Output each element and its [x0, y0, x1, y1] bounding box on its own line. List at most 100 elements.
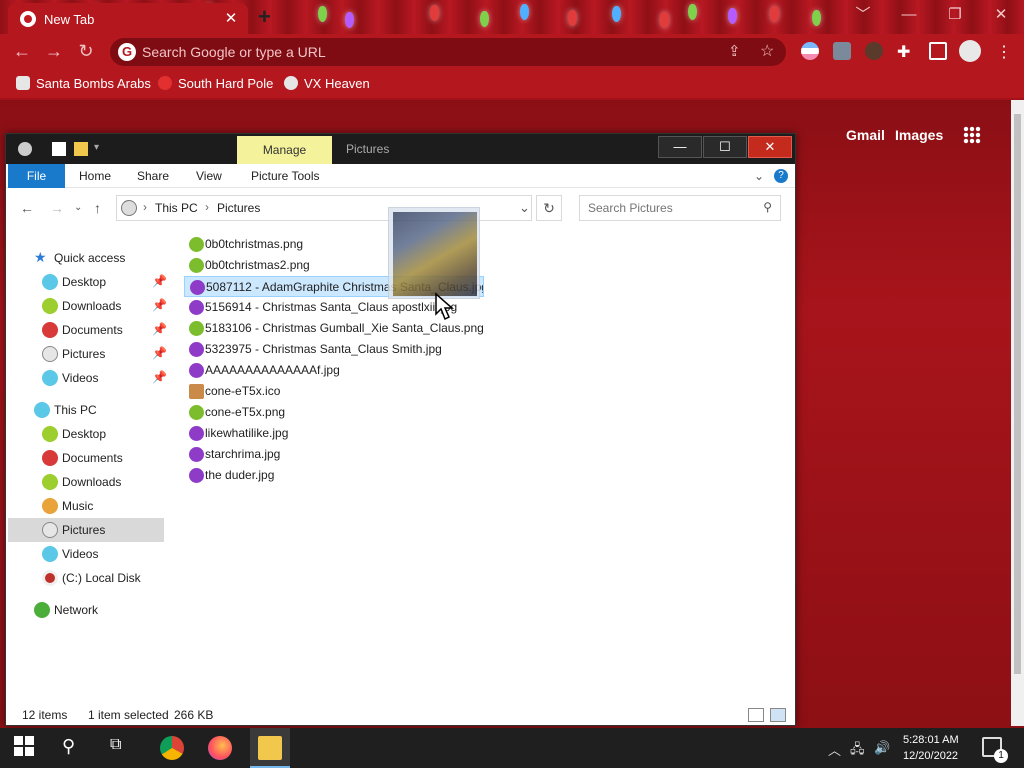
- refresh-icon[interactable]: ↻: [536, 195, 562, 221]
- address-dropdown-icon[interactable]: ⌄: [519, 200, 530, 216]
- nav-quick-pictures[interactable]: Pictures 📌: [8, 342, 167, 366]
- minimize-button[interactable]: —: [886, 0, 932, 32]
- share-icon[interactable]: ⇪: [728, 42, 741, 60]
- breadcrumb-separator-icon[interactable]: ›: [143, 200, 147, 214]
- flag-extension-icon[interactable]: [801, 42, 819, 60]
- manage-tab[interactable]: Manage: [237, 136, 332, 164]
- nav-pc-downloads[interactable]: Downloads: [8, 470, 164, 494]
- nav-pc-music[interactable]: Music: [8, 494, 164, 518]
- search-icon: ⚲: [763, 200, 772, 214]
- help-icon[interactable]: ?: [774, 169, 788, 183]
- menu-dots-icon[interactable]: ⋮: [996, 42, 1014, 61]
- omnibox[interactable]: G Search Google or type a URL ⇪ ☆: [110, 38, 786, 66]
- search-box[interactable]: ⚲: [579, 195, 781, 221]
- tab-new-tab[interactable]: New Tab ✕: [8, 3, 248, 34]
- nav-this-pc[interactable]: This PC: [8, 398, 164, 422]
- nav-pc-local-disk[interactable]: (C:) Local Disk: [8, 566, 164, 590]
- puzzle-extensions-icon[interactable]: ✚: [897, 42, 915, 61]
- reload-icon[interactable]: ↻: [74, 41, 98, 62]
- documents-icon: [42, 322, 58, 338]
- scrollbar-thumb[interactable]: [1014, 114, 1021, 674]
- back-arrow-icon[interactable]: ←: [20, 200, 34, 216]
- explorer-close-button[interactable]: ✕: [748, 136, 792, 158]
- expand-ribbon-icon[interactable]: ⌄: [754, 164, 764, 188]
- green-ornament-icon: [189, 405, 204, 420]
- up-arrow-icon[interactable]: ↑: [94, 200, 101, 216]
- volume-icon[interactable]: 🔊: [874, 740, 890, 756]
- nav-network[interactable]: Network: [8, 598, 164, 622]
- close-button[interactable]: ✕: [978, 0, 1024, 32]
- bookmark-south-hard-pole[interactable]: South Hard Pole: [158, 76, 273, 91]
- profile-avatar-icon[interactable]: [959, 40, 981, 62]
- network-tray-icon[interactable]: 🖧: [850, 740, 865, 762]
- skull-icon: [284, 76, 298, 90]
- explorer-maximize-button[interactable]: ☐: [703, 136, 747, 158]
- new-folder-icon[interactable]: [74, 142, 88, 156]
- recent-locations-icon[interactable]: ⌄: [74, 202, 82, 213]
- details-view-icon[interactable]: [748, 708, 764, 722]
- tab-search-button[interactable]: ﹀: [840, 0, 886, 32]
- breadcrumb-this-pc[interactable]: This PC: [155, 201, 198, 215]
- tab-close-icon[interactable]: ✕: [222, 9, 240, 27]
- search-input[interactable]: [580, 196, 780, 220]
- nav-pc-pictures[interactable]: Pictures: [8, 518, 164, 542]
- side-panel-icon[interactable]: [929, 42, 947, 60]
- images-link[interactable]: Images: [895, 127, 943, 143]
- nav-quick-downloads[interactable]: Downloads 📌: [8, 294, 167, 318]
- task-view-icon[interactable]: ⧉: [110, 736, 134, 760]
- google-apps-icon[interactable]: [963, 126, 981, 144]
- google-g-icon: G: [118, 43, 136, 61]
- customize-qat-icon[interactable]: ▾: [94, 142, 99, 156]
- firefox-taskbar-icon[interactable]: [208, 736, 232, 760]
- restore-button[interactable]: ❐: [932, 0, 978, 32]
- bookmark-santa-bombs-arabs[interactable]: Santa Bombs Arabs: [16, 76, 151, 91]
- drag-thumbnail-preview: [388, 207, 480, 299]
- file-explorer-taskbar-icon[interactable]: [258, 736, 282, 760]
- selected-count: 1 item selected: [88, 708, 169, 722]
- page-scrollbar[interactable]: [1011, 100, 1024, 726]
- breadcrumb-separator-icon[interactable]: ›: [205, 200, 209, 214]
- forward-icon[interactable]: →: [42, 41, 66, 62]
- nav-quick-access[interactable]: ★ Quick access: [8, 246, 164, 270]
- forward-arrow-icon[interactable]: →: [50, 200, 64, 216]
- tab-view[interactable]: View: [196, 164, 222, 188]
- desktop-icon: [42, 274, 58, 290]
- documents-icon: [42, 450, 58, 466]
- purple-ornament-icon: [189, 342, 204, 357]
- action-center-icon[interactable]: 1: [982, 737, 1008, 763]
- windows-start-icon[interactable]: [14, 736, 38, 760]
- clock-time: 5:28:01 AM: [903, 734, 959, 746]
- purple-ornament-icon: [189, 468, 204, 483]
- this-pc-icon: [121, 200, 137, 216]
- music-icon: [42, 498, 58, 514]
- show-hidden-icons-icon[interactable]: ︿: [828, 740, 841, 759]
- nav-pc-videos[interactable]: Videos: [8, 542, 164, 566]
- tab-picture-tools[interactable]: Picture Tools: [251, 164, 319, 188]
- chrome-taskbar-icon[interactable]: [160, 736, 184, 760]
- s-extension-icon[interactable]: [833, 42, 851, 60]
- properties-icon[interactable]: [52, 142, 66, 156]
- bookmark-star-icon[interactable]: ☆: [760, 41, 774, 61]
- new-tab-button[interactable]: +: [258, 4, 271, 30]
- green-ornament-icon: [189, 258, 204, 273]
- tab-share[interactable]: Share: [137, 164, 169, 188]
- nav-quick-videos[interactable]: Videos 📌: [8, 366, 167, 390]
- breadcrumb-pictures[interactable]: Pictures: [217, 201, 260, 215]
- large-icons-view-icon[interactable]: [770, 708, 786, 722]
- back-icon[interactable]: ←: [10, 41, 34, 62]
- face-extension-icon[interactable]: [865, 42, 883, 60]
- nav-quick-desktop[interactable]: Desktop 📌: [8, 270, 167, 294]
- explorer-minimize-button[interactable]: —: [658, 136, 702, 158]
- gmail-link[interactable]: Gmail: [846, 127, 885, 143]
- nav-quick-documents[interactable]: Documents 📌: [8, 318, 167, 342]
- pin-icon: 📌: [152, 274, 167, 288]
- tab-home[interactable]: Home: [79, 164, 111, 188]
- system-clock[interactable]: 5:28:01 AM 12/20/2022: [903, 732, 959, 764]
- pin-icon: 📌: [152, 346, 167, 360]
- search-icon[interactable]: ⚲: [62, 736, 86, 760]
- nav-pc-desktop[interactable]: Desktop: [8, 422, 164, 446]
- videos-icon: [42, 370, 58, 386]
- tab-file[interactable]: File: [8, 164, 65, 188]
- bookmark-vx-heaven[interactable]: VX Heaven: [284, 76, 370, 91]
- nav-pc-documents[interactable]: Documents: [8, 446, 164, 470]
